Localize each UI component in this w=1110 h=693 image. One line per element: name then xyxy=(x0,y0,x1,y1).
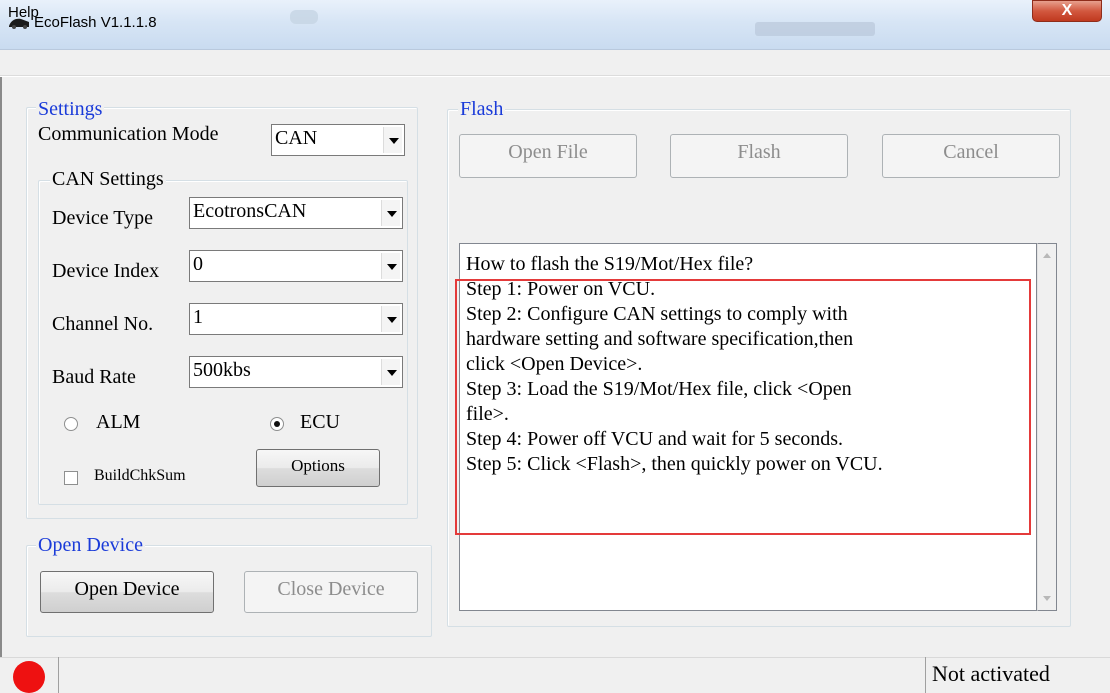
open-file-button[interactable]: Open File xyxy=(459,134,637,178)
channel-label: Channel No. xyxy=(52,313,154,335)
scroll-up-icon[interactable] xyxy=(1038,244,1056,264)
chevron-down-icon[interactable] xyxy=(383,127,402,153)
flash-button[interactable]: Flash xyxy=(670,134,848,178)
radio-ecu[interactable] xyxy=(270,417,284,431)
can-settings-legend: CAN Settings xyxy=(50,168,166,190)
status-divider xyxy=(925,657,926,693)
scroll-down-icon[interactable] xyxy=(1038,590,1056,610)
title-bar xyxy=(0,0,1110,50)
menu-help[interactable]: Help xyxy=(8,4,39,21)
open-device-legend: Open Device xyxy=(36,534,145,556)
device-type-label: Device Type xyxy=(52,207,153,229)
close-icon: X xyxy=(1061,2,1073,19)
baud-rate-label: Baud Rate xyxy=(52,366,136,388)
window-edge xyxy=(0,77,2,693)
open-device-button[interactable]: Open Device xyxy=(40,571,214,613)
instruction-line: How to flash the S19/Mot/Hex file? xyxy=(466,253,754,275)
build-checksum-label: BuildChkSum xyxy=(94,467,186,484)
chevron-down-icon[interactable] xyxy=(381,359,400,385)
cancel-button[interactable]: Cancel xyxy=(882,134,1060,178)
device-index-label: Device Index xyxy=(52,260,160,282)
radio-alm[interactable] xyxy=(64,417,78,431)
menu-bar xyxy=(0,50,1110,76)
radio-ecu-label: ECU xyxy=(300,411,340,433)
communication-mode-select[interactable]: CAN xyxy=(271,124,405,156)
settings-legend: Settings xyxy=(36,98,105,120)
baud-rate-select[interactable]: 500kbs xyxy=(189,356,403,388)
highlight-box xyxy=(455,279,1031,535)
close-device-button[interactable]: Close Device xyxy=(244,571,418,613)
communication-mode-label: Communication Mode xyxy=(38,123,219,145)
status-led-icon xyxy=(13,661,45,693)
chevron-down-icon[interactable] xyxy=(381,253,400,279)
status-divider xyxy=(58,657,59,693)
chevron-down-icon[interactable] xyxy=(381,200,400,226)
chevron-down-icon[interactable] xyxy=(381,306,400,332)
instructions-scrollbar[interactable] xyxy=(1037,243,1057,611)
title-decoration xyxy=(755,22,875,36)
flash-legend: Flash xyxy=(458,98,506,120)
title-decoration xyxy=(290,10,318,24)
device-index-select[interactable]: 0 xyxy=(189,250,403,282)
window-title: EcoFlash V1.1.1.8 xyxy=(34,14,157,31)
device-type-select[interactable]: EcotronsCAN xyxy=(189,197,403,229)
options-button[interactable]: Options xyxy=(256,449,380,487)
build-checksum-checkbox[interactable] xyxy=(64,471,78,485)
close-button[interactable]: X xyxy=(1032,0,1102,22)
channel-select[interactable]: 1 xyxy=(189,303,403,335)
activation-status: Not activated xyxy=(932,661,1050,686)
radio-alm-label: ALM xyxy=(96,411,141,433)
